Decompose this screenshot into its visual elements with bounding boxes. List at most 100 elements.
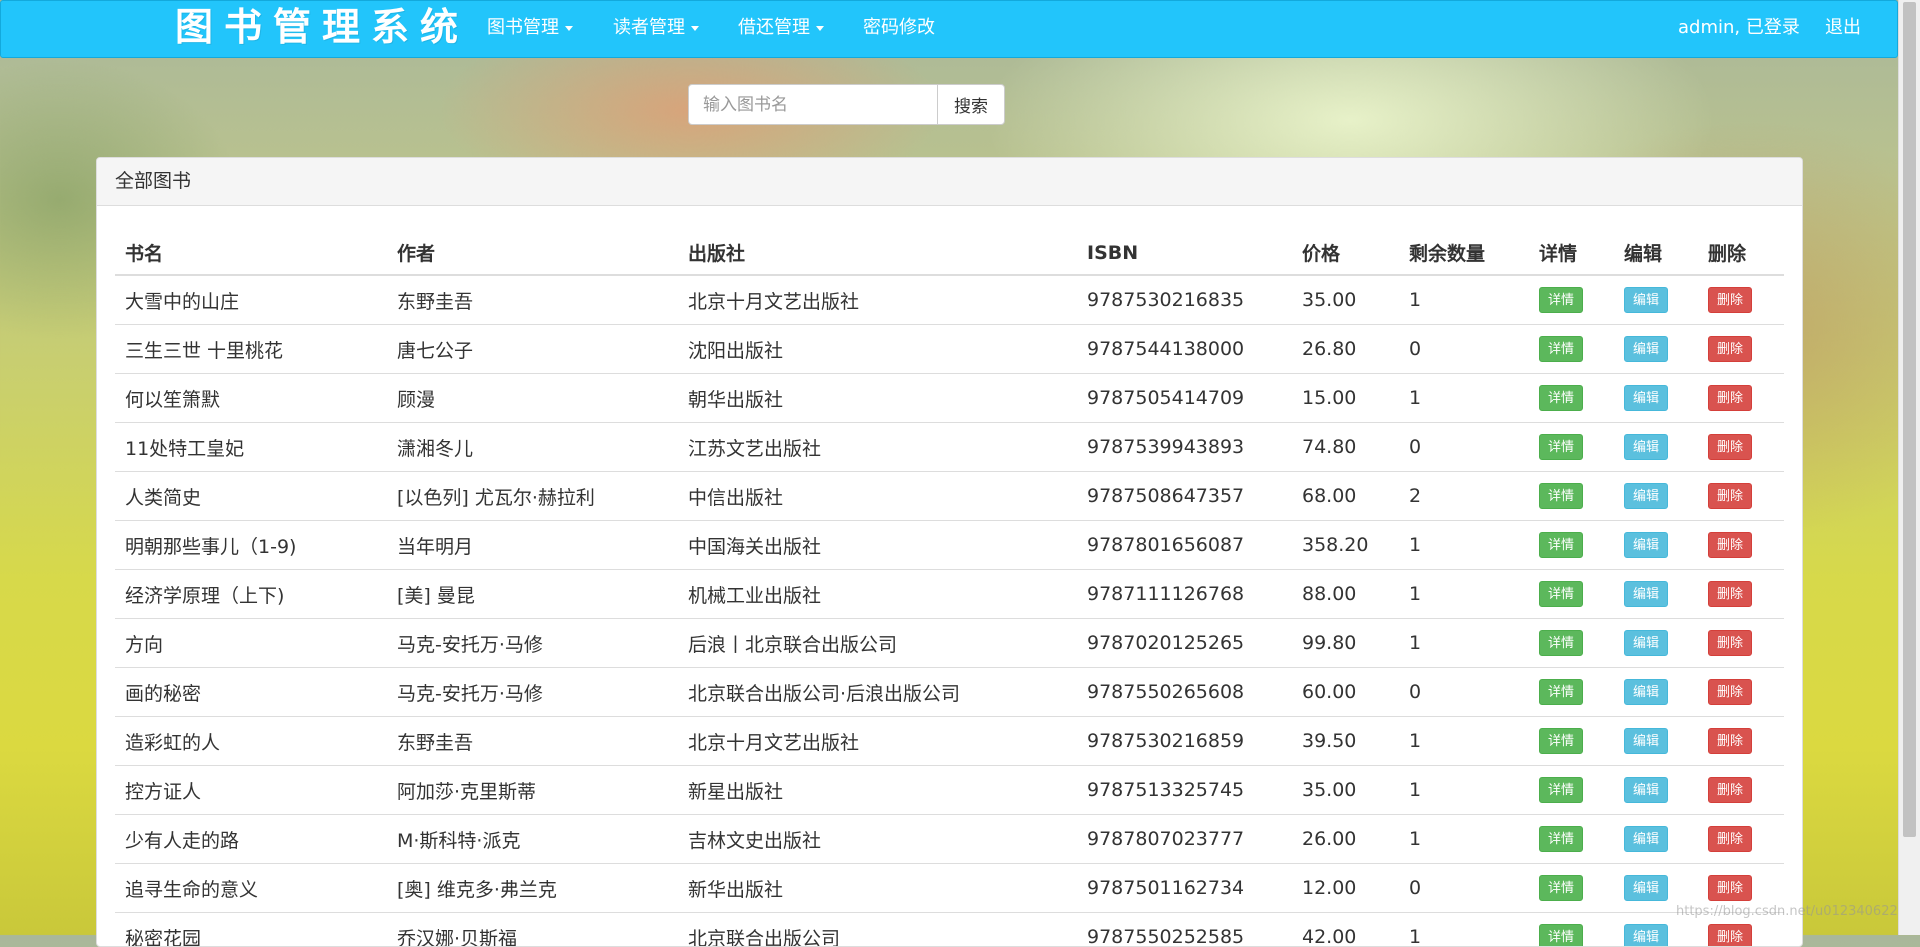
- cell-edit: 编辑: [1614, 275, 1698, 325]
- nav-menu-change-password[interactable]: 密码修改: [863, 1, 935, 57]
- logout-link[interactable]: 退出: [1825, 1, 1861, 57]
- table-row: 何以笙箫默顾漫朝华出版社978750541470915.001详情编辑删除: [115, 374, 1784, 423]
- cell-delete: 删除: [1698, 668, 1784, 717]
- cell-title: 何以笙箫默: [115, 374, 387, 423]
- detail-button[interactable]: 详情: [1539, 483, 1583, 509]
- edit-button[interactable]: 编辑: [1624, 385, 1668, 411]
- edit-button[interactable]: 编辑: [1624, 483, 1668, 509]
- delete-button[interactable]: 删除: [1708, 287, 1752, 313]
- cell-stock: 0: [1399, 423, 1529, 472]
- cell-title: 经济学原理（上下): [115, 570, 387, 619]
- cell-detail: 详情: [1529, 423, 1614, 472]
- cell-isbn: 9787530216835: [1077, 275, 1292, 325]
- edit-button[interactable]: 编辑: [1624, 777, 1668, 803]
- detail-button[interactable]: 详情: [1539, 924, 1583, 947]
- detail-button[interactable]: 详情: [1539, 434, 1583, 460]
- cell-stock: 1: [1399, 913, 1529, 947]
- table-row: 追寻生命的意义[奥] 维克多·弗兰克新华出版社978750116273412.0…: [115, 864, 1784, 913]
- cell-stock: 1: [1399, 374, 1529, 423]
- cell-delete: 删除: [1698, 325, 1784, 374]
- cell-isbn: 9787544138000: [1077, 325, 1292, 374]
- cell-title: 11处特工皇妃: [115, 423, 387, 472]
- scrollbar-thumb[interactable]: [1903, 2, 1916, 837]
- top-navbar: 图书管理系统 图书管理 读者管理 借还管理 密码修改 admin, 已登录 退出: [0, 0, 1898, 58]
- cell-edit: 编辑: [1614, 570, 1698, 619]
- cell-price: 35.00: [1292, 275, 1399, 325]
- search-bar: 搜索: [688, 84, 1005, 125]
- cell-edit: 编辑: [1614, 619, 1698, 668]
- edit-button[interactable]: 编辑: [1624, 679, 1668, 705]
- cell-delete: 删除: [1698, 472, 1784, 521]
- search-input[interactable]: [688, 84, 938, 125]
- edit-button[interactable]: 编辑: [1624, 336, 1668, 362]
- delete-button[interactable]: 删除: [1708, 630, 1752, 656]
- column-header-price: 价格: [1292, 231, 1399, 275]
- nav-menu-book-management[interactable]: 图书管理: [487, 1, 573, 57]
- cell-author: 潇湘冬儿: [387, 423, 678, 472]
- cell-author: 东野圭吾: [387, 275, 678, 325]
- detail-button[interactable]: 详情: [1539, 728, 1583, 754]
- nav-menu-label: 读者管理: [613, 17, 685, 38]
- cell-author: [美] 曼昆: [387, 570, 678, 619]
- edit-button[interactable]: 编辑: [1624, 287, 1668, 313]
- table-row: 方向马克-安托万·马修后浪丨北京联合出版公司978702012526599.80…: [115, 619, 1784, 668]
- cell-edit: 编辑: [1614, 815, 1698, 864]
- cell-edit: 编辑: [1614, 325, 1698, 374]
- cell-stock: 1: [1399, 619, 1529, 668]
- edit-button[interactable]: 编辑: [1624, 434, 1668, 460]
- detail-button[interactable]: 详情: [1539, 336, 1583, 362]
- detail-button[interactable]: 详情: [1539, 532, 1583, 558]
- delete-button[interactable]: 删除: [1708, 875, 1752, 901]
- cell-isbn: 9787530216859: [1077, 717, 1292, 766]
- detail-button[interactable]: 详情: [1539, 287, 1583, 313]
- page-scrollbar[interactable]: [1898, 0, 1920, 935]
- nav-menu-reader-management[interactable]: 读者管理: [613, 1, 699, 57]
- detail-button[interactable]: 详情: [1539, 826, 1583, 852]
- detail-button[interactable]: 详情: [1539, 777, 1583, 803]
- delete-button[interactable]: 删除: [1708, 385, 1752, 411]
- cell-title: 追寻生命的意义: [115, 864, 387, 913]
- column-header-edit: 编辑: [1614, 231, 1698, 275]
- user-status[interactable]: admin, 已登录: [1678, 1, 1800, 57]
- cell-isbn: 9787111126768: [1077, 570, 1292, 619]
- delete-button[interactable]: 删除: [1708, 679, 1752, 705]
- delete-button[interactable]: 删除: [1708, 336, 1752, 362]
- delete-button[interactable]: 删除: [1708, 728, 1752, 754]
- cell-isbn: 9787539943893: [1077, 423, 1292, 472]
- edit-button[interactable]: 编辑: [1624, 924, 1668, 947]
- cell-stock: 1: [1399, 570, 1529, 619]
- cell-author: 顾漫: [387, 374, 678, 423]
- column-header-title: 书名: [115, 231, 387, 275]
- cell-isbn: 9787550265608: [1077, 668, 1292, 717]
- delete-button[interactable]: 删除: [1708, 924, 1752, 947]
- cell-author: 马克-安托万·马修: [387, 619, 678, 668]
- cell-price: 12.00: [1292, 864, 1399, 913]
- cell-price: 358.20: [1292, 521, 1399, 570]
- detail-button[interactable]: 详情: [1539, 630, 1583, 656]
- delete-button[interactable]: 删除: [1708, 581, 1752, 607]
- table-row: 大雪中的山庄东野圭吾北京十月文艺出版社978753021683535.001详情…: [115, 275, 1784, 325]
- search-button[interactable]: 搜索: [937, 84, 1005, 125]
- delete-button[interactable]: 删除: [1708, 483, 1752, 509]
- cell-title: 控方证人: [115, 766, 387, 815]
- edit-button[interactable]: 编辑: [1624, 875, 1668, 901]
- cell-edit: 编辑: [1614, 521, 1698, 570]
- detail-button[interactable]: 详情: [1539, 581, 1583, 607]
- nav-menu-borrow-return[interactable]: 借还管理: [738, 1, 824, 57]
- detail-button[interactable]: 详情: [1539, 679, 1583, 705]
- delete-button[interactable]: 删除: [1708, 532, 1752, 558]
- table-row: 经济学原理（上下)[美] 曼昆机械工业出版社978711112676888.00…: [115, 570, 1784, 619]
- edit-button[interactable]: 编辑: [1624, 630, 1668, 656]
- brand-logo[interactable]: 图书管理系统: [175, 5, 469, 49]
- detail-button[interactable]: 详情: [1539, 385, 1583, 411]
- cell-author: 唐七公子: [387, 325, 678, 374]
- edit-button[interactable]: 编辑: [1624, 728, 1668, 754]
- edit-button[interactable]: 编辑: [1624, 532, 1668, 558]
- delete-button[interactable]: 删除: [1708, 434, 1752, 460]
- edit-button[interactable]: 编辑: [1624, 826, 1668, 852]
- delete-button[interactable]: 删除: [1708, 826, 1752, 852]
- delete-button[interactable]: 删除: [1708, 777, 1752, 803]
- detail-button[interactable]: 详情: [1539, 875, 1583, 901]
- table-row: 控方证人阿加莎·克里斯蒂新星出版社978751332574535.001详情编辑…: [115, 766, 1784, 815]
- edit-button[interactable]: 编辑: [1624, 581, 1668, 607]
